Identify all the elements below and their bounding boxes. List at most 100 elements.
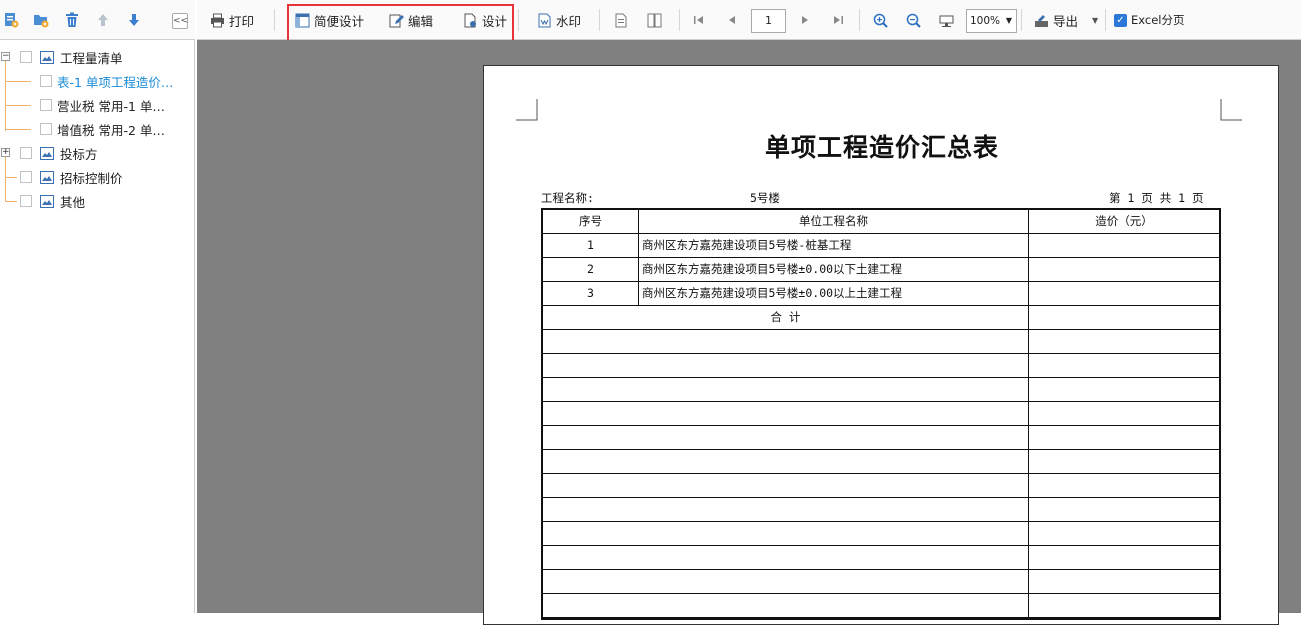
- total-cost: [1029, 306, 1219, 330]
- empty-row: [543, 546, 1219, 570]
- row-number: 2: [543, 258, 639, 282]
- summary-table: 序号 单位工程名称 造价（元） 1 商州区东方嘉苑建设项目5号楼-桩基工程 2 商州区东方嘉…: [541, 208, 1221, 620]
- row-number: 3: [543, 282, 639, 306]
- print-button[interactable]: 打印: [210, 0, 254, 40]
- tree-item-other[interactable]: 其他: [20, 189, 85, 213]
- tree-connector: [5, 177, 17, 178]
- empty-cell: [543, 474, 1029, 498]
- zoom-out-icon: [906, 13, 921, 28]
- total-row: 合 计: [543, 306, 1219, 330]
- header-cell: 序号: [543, 210, 639, 234]
- checkbox[interactable]: [20, 195, 32, 207]
- empty-cell: [543, 426, 1029, 450]
- checkbox[interactable]: [20, 171, 32, 183]
- empty-row: [543, 354, 1219, 378]
- unit-project-name: 商州区东方嘉苑建设项目5号楼-桩基工程: [639, 234, 1029, 258]
- empty-row: [543, 522, 1219, 546]
- empty-cell: [1029, 498, 1219, 522]
- row-number: 1: [543, 234, 639, 258]
- toolbar-separator: [679, 9, 680, 31]
- empty-row: [543, 378, 1219, 402]
- tree-item-business-tax[interactable]: 营业税 常用-1 单…: [40, 93, 165, 117]
- prev-page-icon: [724, 13, 739, 28]
- tree-item-control-price[interactable]: 招标控制价: [20, 165, 123, 189]
- tree-connector: [5, 105, 31, 106]
- cost-cell: [1029, 282, 1219, 306]
- page-number-input[interactable]: 1: [751, 9, 786, 33]
- empty-cell: [1029, 402, 1219, 426]
- toolbar-separator: [274, 9, 275, 31]
- first-page-button[interactable]: [691, 0, 710, 40]
- left-panel: << − 工程量清单 表-1 单项工程造价… 营业税 常用-1 单… 增值税 常…: [0, 0, 195, 613]
- watermark-icon: [537, 13, 552, 28]
- last-page-button[interactable]: [830, 0, 849, 40]
- checkbox[interactable]: [20, 147, 32, 159]
- add-report-icon[interactable]: [3, 12, 19, 28]
- checkbox[interactable]: [40, 123, 52, 135]
- fit-width-button[interactable]: [939, 0, 958, 40]
- double-page-button[interactable]: [647, 0, 666, 40]
- empty-row: [543, 498, 1219, 522]
- zoom-in-button[interactable]: [873, 0, 892, 40]
- collapse-panel-button[interactable]: <<: [172, 13, 188, 29]
- chevron-down-icon[interactable]: ▼: [1092, 16, 1098, 25]
- report-folder-icon: [40, 170, 54, 184]
- highlight-box: [287, 4, 514, 44]
- empty-cell: [543, 522, 1029, 546]
- export-button[interactable]: 导出 ▼: [1034, 0, 1098, 40]
- empty-cell: [543, 330, 1029, 354]
- checkmark-icon: ✓: [1114, 13, 1127, 27]
- prev-page-button[interactable]: [724, 0, 743, 40]
- toolbar-separator: [599, 9, 600, 31]
- empty-cell: [543, 546, 1029, 570]
- tree-item-bill[interactable]: 工程量清单: [20, 45, 123, 69]
- expand-node-icon[interactable]: +: [1, 148, 10, 157]
- watermark-button[interactable]: 水印: [537, 0, 581, 40]
- empty-cell: [1029, 522, 1219, 546]
- empty-cell: [1029, 450, 1219, 474]
- empty-cell: [1029, 474, 1219, 498]
- empty-cell: [1029, 570, 1219, 594]
- move-down-icon[interactable]: [126, 12, 142, 28]
- delete-icon[interactable]: [64, 12, 80, 28]
- tree-connector: [5, 81, 31, 82]
- tree-item-vat[interactable]: 增值税 常用-2 单…: [40, 117, 165, 141]
- empty-cell: [543, 354, 1029, 378]
- empty-cell: [543, 450, 1029, 474]
- checkbox[interactable]: [20, 51, 32, 63]
- add-folder-icon[interactable]: [33, 12, 49, 28]
- header-cell: 造价（元）: [1095, 214, 1153, 228]
- tree-connector: [5, 129, 31, 130]
- checkbox[interactable]: [40, 75, 52, 87]
- excel-pagination-checkbox[interactable]: ✓ Excel分页: [1114, 0, 1184, 40]
- empty-cell: [1029, 354, 1219, 378]
- table-row: 1 商州区东方嘉苑建设项目5号楼-桩基工程: [543, 234, 1219, 258]
- printer-icon: [210, 13, 225, 28]
- empty-row: [543, 402, 1219, 426]
- header-cell: 单位工程名称: [639, 210, 1029, 234]
- zoom-out-button[interactable]: [906, 0, 925, 40]
- toolbar-separator: [859, 9, 860, 31]
- empty-cell: [543, 570, 1029, 594]
- tree-connector: [5, 201, 17, 202]
- page-info: 第 1 页 共 1 页: [1109, 191, 1204, 205]
- table-row: 2 商州区东方嘉苑建设项目5号楼±0.00以下土建工程: [543, 258, 1219, 282]
- zoom-select[interactable]: 100% ▼: [966, 9, 1017, 33]
- move-up-icon[interactable]: [95, 12, 111, 28]
- next-page-button[interactable]: [797, 0, 816, 40]
- checkbox[interactable]: [40, 99, 52, 111]
- tree-item-bidder[interactable]: 投标方: [20, 141, 98, 165]
- report-folder-icon: [40, 194, 54, 208]
- report-page: 单项工程造价汇总表 工程名称: 5号楼 第 1 页 共 1 页 序号 单位工程名称…: [483, 65, 1279, 625]
- report-preview: 单项工程造价汇总表 工程名称: 5号楼 第 1 页 共 1 页 序号 单位工程名称…: [197, 40, 1301, 625]
- left-toolbar: <<: [0, 0, 195, 40]
- single-page-button[interactable]: [613, 0, 632, 40]
- empty-row: [543, 330, 1219, 354]
- tree-connector: [5, 157, 6, 201]
- collapse-node-icon[interactable]: −: [1, 52, 10, 61]
- empty-row: [543, 450, 1219, 474]
- unit-project-name: 商州区东方嘉苑建设项目5号楼±0.00以下土建工程: [639, 258, 1029, 282]
- empty-cell: [543, 594, 1029, 618]
- toolbar-separator: [1021, 9, 1022, 31]
- tree-item-table1[interactable]: 表-1 单项工程造价…: [40, 69, 173, 93]
